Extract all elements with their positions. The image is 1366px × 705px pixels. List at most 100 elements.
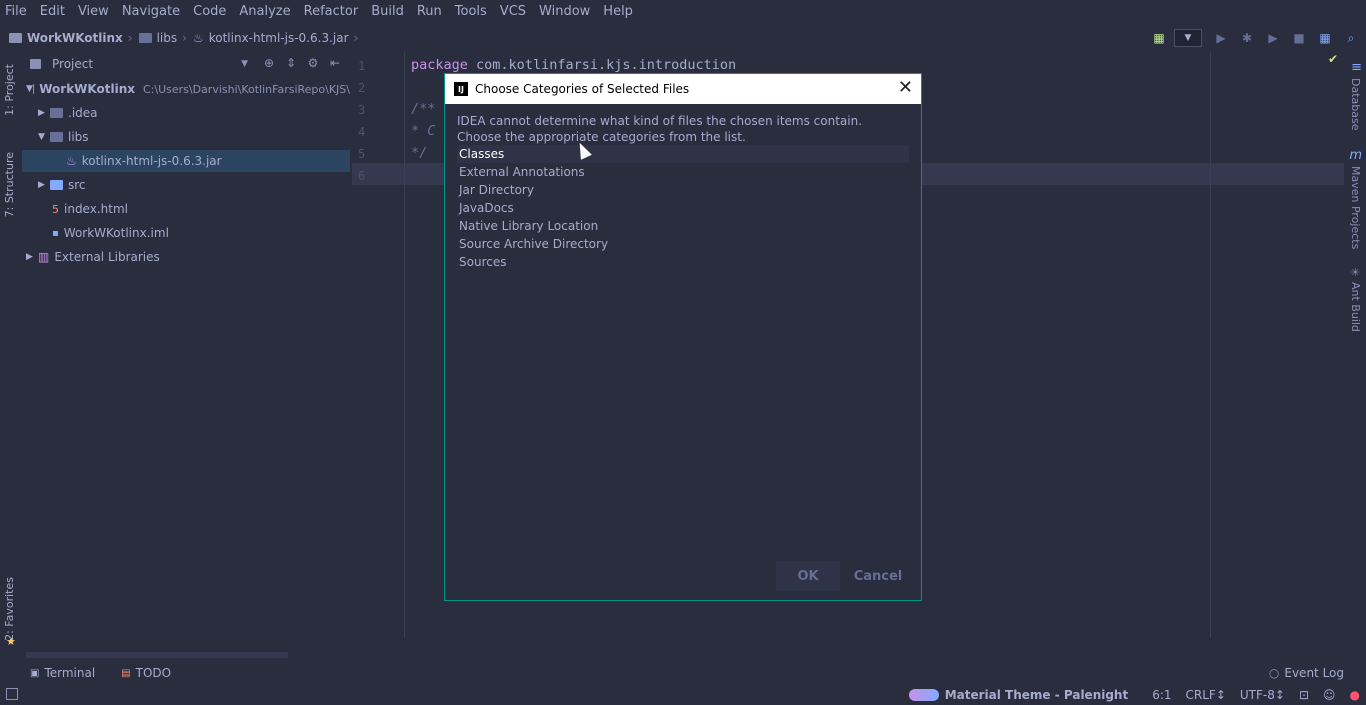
menu-vcs[interactable]: VCS — [500, 4, 526, 19]
file-encoding[interactable]: UTF-8↕ — [1240, 688, 1285, 702]
menu-navigate[interactable]: Navigate — [122, 4, 180, 19]
project-structure-icon[interactable]: ▦ — [1314, 27, 1336, 49]
project-folder-icon — [32, 84, 35, 94]
editor-gutter: 1 2 3 4 5 6 — [352, 52, 404, 638]
keyword: package — [411, 57, 468, 73]
locate-icon[interactable]: ⊕ — [258, 56, 280, 70]
run-icon[interactable]: ▶ — [1210, 27, 1232, 49]
tree-label: WorkWKotlinx.iml — [63, 226, 169, 240]
tab-event-log[interactable]: ○ Event Log — [1269, 662, 1344, 684]
menu-build[interactable]: Build — [371, 4, 404, 19]
code-line-5: */ — [411, 145, 428, 161]
tab-todo[interactable]: ▤ TODO — [121, 666, 171, 680]
project-panel-title[interactable]: Project — [52, 57, 93, 71]
message-line-2: Choose the appropriate categories from t… — [457, 130, 746, 144]
coverage-icon[interactable]: ▶ — [1262, 27, 1284, 49]
chevron-right-icon: › — [353, 31, 359, 45]
breadcrumb-libs[interactable]: libs › — [138, 31, 187, 45]
run-config-select[interactable]: ▼ — [1174, 29, 1202, 47]
menu-refactor[interactable]: Refactor — [304, 4, 359, 19]
project-panel: Project ▼ ⊕ ⇕ ⚙ ⇤ ▼ WorkWKotlinx C:\User… — [22, 52, 350, 660]
build-icon[interactable]: ▦ — [1148, 27, 1170, 49]
breadcrumb-jar[interactable]: ♨ kotlinx-html-js-0.6.3.jar › — [193, 31, 358, 45]
gear-icon[interactable]: ⚙ — [302, 56, 324, 70]
tree-item-external-libraries[interactable]: ▶ ▥ External Libraries — [22, 246, 350, 268]
project-folder-icon — [9, 33, 22, 43]
line-separator[interactable]: CRLF↕ — [1186, 688, 1226, 702]
category-item[interactable]: External Annotations — [457, 163, 909, 181]
tab-ant-build[interactable]: Ant Build — [1349, 282, 1362, 332]
tree-label: src — [68, 178, 86, 192]
gutter-divider — [404, 52, 405, 638]
theme-indicator[interactable]: Material Theme - Palenight — [895, 688, 1128, 702]
tab-terminal[interactable]: ▣ Terminal — [30, 666, 95, 680]
collapse-icon[interactable]: ⇕ — [280, 56, 302, 70]
inspector-icon[interactable]: ☺ — [1323, 688, 1336, 702]
tab-project[interactable]: 1: Project — [3, 64, 16, 116]
chevron-down-icon: ▼ — [26, 84, 33, 94]
ok-button[interactable]: OK — [776, 561, 840, 591]
tree-item-libs[interactable]: ▼ libs — [22, 126, 350, 148]
package-name: com.kotlinfarsi.kjs.introduction — [476, 57, 737, 73]
todo-icon: ▤ — [121, 667, 131, 679]
tree-item-root[interactable]: ▼ WorkWKotlinx C:\Users\Darvishi\KotlinF… — [22, 78, 350, 100]
menu-view[interactable]: View — [78, 4, 109, 19]
menu-run[interactable]: Run — [417, 4, 442, 19]
chevron-down-icon[interactable]: ▼ — [241, 59, 248, 69]
categories-list[interactable]: Classes External Annotations Jar Directo… — [457, 145, 909, 549]
tree-item-idea[interactable]: ▶ .idea — [22, 102, 350, 124]
chevron-right-icon: ▶ — [38, 108, 45, 118]
terminal-icon: ▣ — [30, 667, 40, 679]
category-item[interactable]: JavaDocs — [457, 199, 909, 217]
menu-help[interactable]: Help — [603, 4, 633, 19]
right-tool-strip: ≡ Database m Maven Projects ✳ Ant Build — [1344, 52, 1366, 660]
chevron-right-icon: ▶ — [26, 252, 33, 262]
code-line-4: * C — [411, 123, 436, 139]
search-icon[interactable]: ⌕ — [1340, 27, 1362, 49]
error-icon[interactable]: ● — [1350, 688, 1360, 702]
line-number: 3 — [358, 103, 366, 117]
horizontal-scrollbar[interactable] — [26, 652, 288, 658]
toggle-tool-windows-icon[interactable] — [6, 688, 18, 700]
chevron-down-icon: ▼ — [38, 132, 45, 142]
close-icon[interactable]: ✕ — [898, 79, 913, 97]
caret-position[interactable]: 6:1 — [1152, 688, 1171, 702]
menu-file[interactable]: File — [5, 4, 27, 19]
code-line-1: package com.kotlinfarsi.kjs.introduction — [411, 57, 736, 73]
category-item[interactable]: Sources — [457, 253, 909, 271]
tree-label: External Libraries — [54, 250, 160, 264]
category-item[interactable]: Jar Directory — [457, 181, 909, 199]
tree-item-index-html[interactable]: 5 index.html — [22, 198, 350, 220]
debug-icon[interactable]: ✱ — [1236, 27, 1258, 49]
category-item[interactable]: Source Archive Directory — [457, 235, 909, 253]
dialog-message: IDEA cannot determine what kind of files… — [457, 113, 862, 145]
line-number: 5 — [358, 147, 366, 161]
source-folder-icon — [50, 180, 63, 190]
tree-item-iml[interactable]: ▪ WorkWKotlinx.iml — [22, 222, 350, 244]
menu-analyze[interactable]: Analyze — [239, 4, 290, 19]
tree-item-jar[interactable]: ♨ kotlinx-html-js-0.6.3.jar — [22, 150, 350, 172]
hide-icon[interactable]: ⇤ — [324, 56, 346, 70]
chevron-right-icon: › — [127, 31, 133, 45]
cancel-button[interactable]: Cancel — [848, 561, 908, 591]
menu-code[interactable]: Code — [193, 4, 226, 19]
stop-icon[interactable]: ■ — [1288, 27, 1310, 49]
tab-maven[interactable]: Maven Projects — [1349, 166, 1362, 249]
tab-structure[interactable]: 7: Structure — [3, 152, 16, 217]
menu-window[interactable]: Window — [539, 4, 590, 19]
chevron-down-icon: ▼ — [1184, 33, 1192, 43]
tree-item-src[interactable]: ▶ src — [22, 174, 350, 196]
breadcrumb-project[interactable]: WorkWKotlinx › — [9, 31, 133, 45]
category-item[interactable]: Native Library Location — [457, 217, 909, 235]
tree-path: C:\Users\Darvishi\KotlinFarsiRepo\KJS\ — [142, 82, 350, 96]
tab-favorites[interactable]: 2: Favorites — [3, 577, 16, 641]
menu-tools[interactable]: Tools — [455, 4, 487, 19]
menu-edit[interactable]: Edit — [40, 4, 65, 19]
tab-database[interactable]: Database — [1349, 78, 1362, 131]
choose-categories-dialog: IJ Choose Categories of Selected Files ✕… — [444, 73, 922, 601]
category-item[interactable]: Classes — [457, 145, 909, 163]
tree-label: WorkWKotlinx — [39, 82, 135, 96]
star-icon: ★ — [6, 635, 16, 648]
chevron-right-icon: › — [182, 31, 187, 45]
lock-icon[interactable]: ⊡ — [1299, 688, 1309, 702]
